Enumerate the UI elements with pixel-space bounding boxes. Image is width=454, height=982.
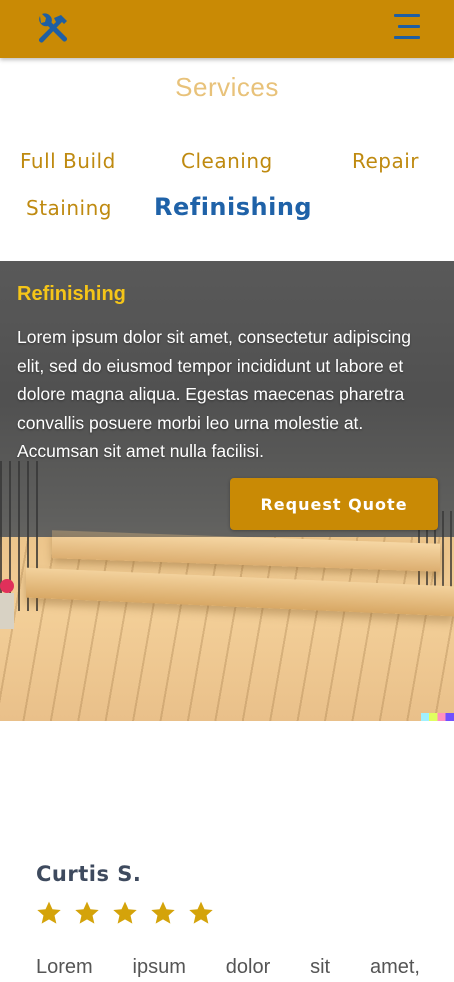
request-quote-button[interactable]: Request Quote [230, 478, 438, 530]
tab-repair[interactable]: Repair [352, 149, 419, 173]
flower-decoration [0, 579, 14, 593]
top-nav-bar [0, 0, 454, 58]
star-icon [151, 901, 175, 924]
section-title: Services [175, 72, 279, 102]
star-rating [36, 900, 214, 928]
color-strip [421, 713, 454, 721]
panel-title: Refinishing [17, 283, 126, 305]
review-text: Lorem ipsum dolor sit amet, [36, 956, 420, 978]
tab-staining[interactable]: Staining [26, 196, 112, 220]
service-hero-panel: Refinishing Lorem ipsum dolor sit amet, … [0, 261, 454, 721]
planter-decoration [0, 593, 14, 629]
tools-icon[interactable] [34, 12, 70, 48]
tab-refinishing[interactable]: Refinishing [154, 193, 312, 221]
star-icon [75, 901, 99, 924]
tab-cleaning[interactable]: Cleaning [181, 149, 273, 173]
star-icon [189, 901, 213, 924]
star-icon [113, 901, 137, 924]
panel-description: Lorem ipsum dolor sit amet, consectetur … [17, 327, 411, 461]
reviewer-name: Curtis S. [36, 862, 142, 886]
hamburger-menu-icon[interactable] [392, 12, 424, 42]
star-icon [37, 901, 61, 924]
tab-full-build[interactable]: Full Build [20, 149, 116, 173]
